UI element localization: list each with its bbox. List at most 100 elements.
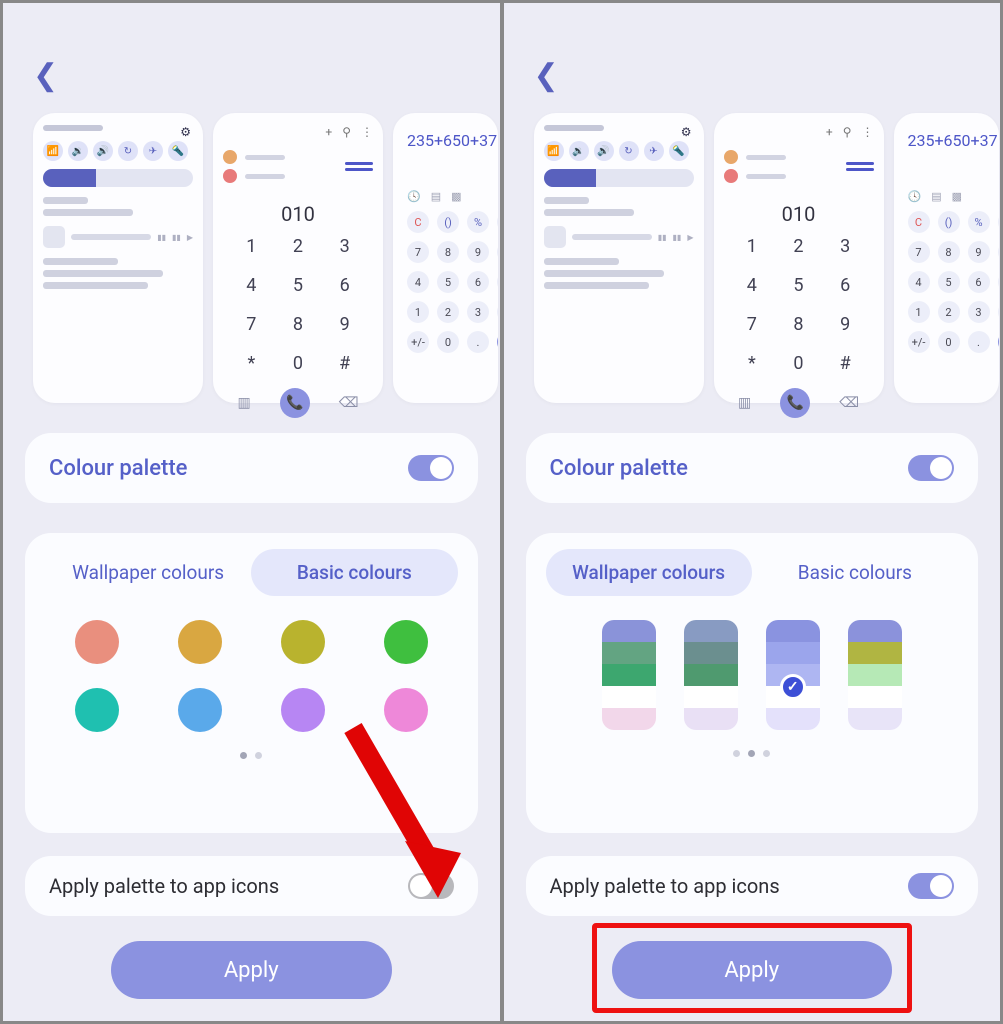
calc-key: + [998, 301, 999, 323]
calc-key: 3 [968, 301, 990, 323]
ruler-icon: ▤ [931, 190, 941, 203]
calc-key: = [998, 331, 999, 353]
tab-wallpaper-colours[interactable]: Wallpaper colours [546, 549, 752, 596]
search-icon: ⚲ [342, 125, 351, 139]
calc-key: +/- [407, 331, 429, 353]
apply-icons-label: Apply palette to app icons [550, 874, 780, 898]
plus-icon: + [325, 125, 332, 139]
calc-icon: ▩ [952, 190, 962, 203]
calc-key: 3 [467, 301, 489, 323]
bluetooth-icon: 🔉 [68, 141, 88, 161]
dial-key: 2 [786, 236, 811, 257]
tab-basic-colours[interactable]: Basic colours [752, 549, 958, 596]
calc-key: 9 [968, 241, 990, 263]
calc-key: 8 [938, 241, 960, 263]
calc-key: 8 [437, 241, 459, 263]
dial-key: 1 [740, 236, 765, 257]
back-button[interactable]: ❮ [33, 58, 58, 93]
calc-key: × [998, 241, 999, 263]
gear-icon: ⚙ [681, 125, 692, 139]
palette-title: Colour palette [49, 456, 187, 481]
calc-key: 7 [908, 241, 930, 263]
calc-key: 5 [437, 271, 459, 293]
colour-swatch[interactable] [75, 620, 119, 664]
apply-icons-row: Apply palette to app icons [25, 856, 478, 916]
colour-swatch[interactable] [75, 688, 119, 732]
tab-wallpaper-colours[interactable]: Wallpaper colours [45, 549, 251, 596]
calc-expression: 235+650+37 [904, 125, 989, 156]
bluetooth-icon: 🔉 [569, 141, 589, 161]
brightness-slider-preview [43, 169, 193, 187]
palette-section-header: Colour palette [25, 433, 478, 503]
apply-button[interactable]: Apply [111, 941, 392, 999]
dial-key: 5 [286, 275, 311, 296]
calc-key: C [407, 211, 429, 233]
calc-expression: 235+650+37 [403, 125, 488, 156]
sound-icon: 🔊 [93, 141, 113, 161]
preview-dialer: +⚲⋮ 010 123456789*0# ▥ 📞 ⌫ [714, 113, 884, 403]
calc-key: 0 [437, 331, 459, 353]
colour-swatch[interactable] [281, 688, 325, 732]
calc-key: 1 [407, 301, 429, 323]
colour-swatch[interactable] [384, 688, 428, 732]
apply-icons-toggle[interactable] [908, 873, 954, 899]
calc-key: 9 [467, 241, 489, 263]
calc-key: + [497, 301, 498, 323]
dial-key: 0 [286, 353, 311, 374]
palette-master-toggle[interactable] [908, 455, 954, 481]
preview-quick-settings: ⚙ 📶 🔉 🔊 ↻ ✈ 🔦 ▮▮▮▮▶ [33, 113, 203, 403]
calc-key: +/- [908, 331, 930, 353]
search-icon: ⚲ [843, 125, 852, 139]
calc-key: 1 [908, 301, 930, 323]
tab-basic-colours[interactable]: Basic colours [251, 549, 457, 596]
apply-icons-label: Apply palette to app icons [49, 874, 279, 898]
apply-icons-toggle[interactable] [408, 873, 454, 899]
apply-button[interactable]: Apply [612, 941, 893, 999]
colour-swatch[interactable] [384, 620, 428, 664]
calc-key: () [437, 211, 459, 233]
dialer-display: 010 [223, 202, 373, 226]
wallpaper-palette[interactable] [684, 620, 738, 730]
dial-key: 6 [332, 275, 357, 296]
call-button-icon: 📞 [280, 388, 310, 418]
calc-key: 2 [437, 301, 459, 323]
dial-key: 2 [286, 236, 311, 257]
dial-key: * [239, 353, 264, 374]
dialer-keys: 123456789*0# [724, 236, 874, 374]
flashlight-icon: 🔦 [168, 141, 188, 161]
calc-key: − [497, 271, 498, 293]
dial-key: 0 [786, 353, 811, 374]
wallpaper-palette[interactable]: ✓ [766, 620, 820, 730]
calc-keys: C()%÷789×456−123++/-0.= [403, 207, 488, 357]
dial-key: # [833, 353, 858, 374]
colour-swatch[interactable] [178, 688, 222, 732]
calc-key: − [998, 271, 999, 293]
dial-key: 9 [833, 314, 858, 335]
palette-master-toggle[interactable] [408, 455, 454, 481]
preview-calculator: 235+650+37 🕓▤▩ C()%÷789×456−123++/-0.= [393, 113, 498, 403]
rotate-icon: ↻ [619, 141, 639, 161]
preview-carousel: ⚙ 📶 🔉 🔊 ↻ ✈ 🔦 ▮▮▮▮▶ + [534, 113, 1001, 403]
check-icon: ✓ [780, 674, 806, 700]
wallpaper-palette[interactable] [848, 620, 902, 730]
basic-colour-swatches [45, 620, 458, 732]
wallpaper-palette[interactable] [602, 620, 656, 730]
dialer-keys: 123456789*0# [223, 236, 373, 374]
colour-swatch[interactable] [178, 620, 222, 664]
dial-key: 8 [786, 314, 811, 335]
back-button[interactable]: ❮ [534, 58, 559, 93]
palette-picker: Wallpaper colours Basic colours ✓ [526, 533, 979, 833]
menu-dots-icon: ⋮ [361, 125, 373, 139]
colour-swatch[interactable] [281, 620, 325, 664]
pager-dots [546, 750, 959, 757]
pager-dots [45, 752, 458, 759]
dial-key: 8 [286, 314, 311, 335]
dial-key: 1 [239, 236, 264, 257]
calc-key: 6 [467, 271, 489, 293]
wallpaper-palettes: ✓ [546, 620, 959, 730]
backspace-icon: ⌫ [339, 395, 359, 411]
calc-icon: ▩ [451, 190, 461, 203]
sound-icon: 🔊 [594, 141, 614, 161]
screenshot-left: ❮ ⚙ 📶 🔉 🔊 ↻ ✈ 🔦 ▮▮▮▮▶ [3, 3, 504, 1021]
call-button-icon: 📞 [780, 388, 810, 418]
